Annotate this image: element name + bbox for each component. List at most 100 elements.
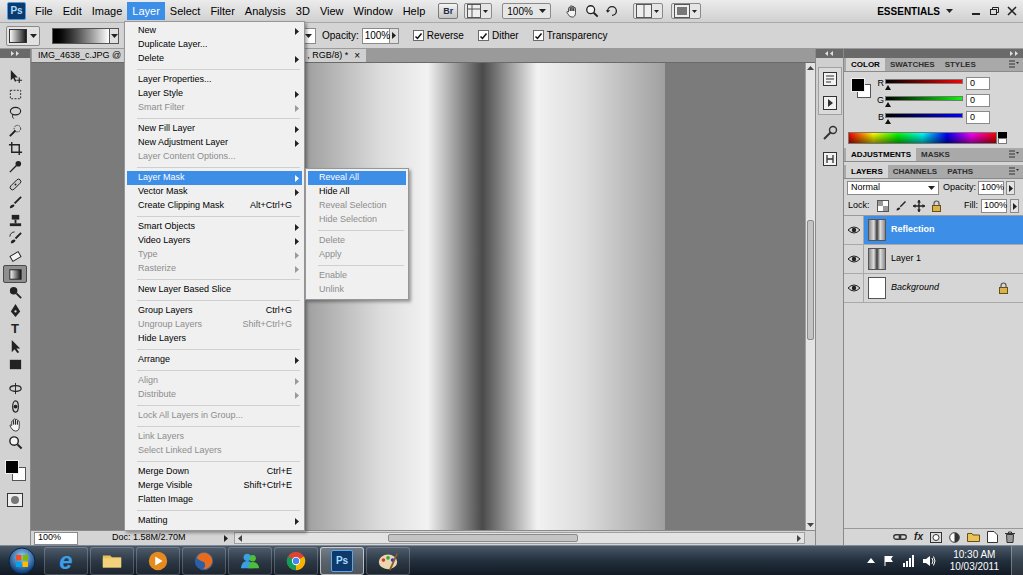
option-checkbox[interactable]: Reverse xyxy=(413,28,464,43)
gradient-swatch[interactable] xyxy=(52,28,110,44)
right-arrow-icon[interactable] xyxy=(1009,185,1013,192)
panel-menu-icon[interactable] xyxy=(1009,60,1019,68)
visibility-toggle[interactable] xyxy=(844,245,864,273)
scroll-left-icon[interactable] xyxy=(235,533,245,543)
scroll-track[interactable] xyxy=(806,73,815,520)
vertical-scrollbar[interactable] xyxy=(805,63,815,530)
horizontal-scrollbar[interactable] xyxy=(234,532,805,544)
tool-button[interactable] xyxy=(3,103,27,121)
close-tab-button[interactable]: × xyxy=(354,51,360,61)
tool-button[interactable] xyxy=(3,121,27,139)
menu-bar-item[interactable]: View xyxy=(315,2,349,20)
taskbar-button[interactable] xyxy=(136,547,180,575)
menu-item[interactable]: Duplicate Layer... xyxy=(127,38,302,52)
menu-item[interactable]: Hide Layers xyxy=(127,332,302,346)
menu-item[interactable]: Matting xyxy=(127,514,302,528)
lock-transparency-icon[interactable] xyxy=(877,200,889,212)
opacity-slider-button[interactable] xyxy=(1006,181,1015,195)
layer-name[interactable]: Reflection xyxy=(891,223,997,237)
panel-menu-icon[interactable] xyxy=(1009,150,1019,158)
menu-bar-item[interactable]: 3D xyxy=(291,2,315,20)
menu-item[interactable]: Layer Style xyxy=(127,87,302,101)
zoom-icon[interactable] xyxy=(585,4,599,18)
menu-item[interactable]: Group LayersCtrl+G xyxy=(127,304,302,318)
tool-button[interactable] xyxy=(3,67,27,85)
link-layers-icon[interactable] xyxy=(893,532,907,542)
opacity-field[interactable]: 100% xyxy=(362,28,390,44)
restore-icon[interactable] xyxy=(989,6,999,16)
tool-button[interactable] xyxy=(3,247,27,265)
panel-dock-header[interactable] xyxy=(844,49,1023,58)
slider-track[interactable] xyxy=(885,95,963,107)
new-group-icon[interactable] xyxy=(967,532,980,542)
panel-tab[interactable]: CHANNELS xyxy=(888,165,942,178)
slider-marker-icon[interactable] xyxy=(885,102,891,107)
slider-marker-icon[interactable] xyxy=(885,85,891,90)
panel-tab[interactable]: MASKS xyxy=(916,148,955,161)
dropdown-arrow-icon[interactable] xyxy=(928,186,935,190)
layer-name[interactable]: Background xyxy=(891,281,997,295)
dropdown-arrow-icon[interactable] xyxy=(305,34,312,38)
icon-strip-header[interactable] xyxy=(816,49,843,58)
zoom-field[interactable]: 100% xyxy=(34,532,78,545)
scroll-thumb[interactable] xyxy=(807,220,814,340)
layer-row[interactable]: Layer 1 xyxy=(844,245,1023,274)
menu-bar-item[interactable]: Analysis xyxy=(240,2,291,20)
panel-menu-icon[interactable] xyxy=(1009,167,1019,175)
history-panel-icon[interactable] xyxy=(822,71,838,87)
right-arrow-icon[interactable] xyxy=(1013,203,1017,210)
foreground-color-swatch[interactable] xyxy=(851,78,865,92)
gradient-dropdown[interactable] xyxy=(110,28,119,44)
menu-item[interactable]: New Adjustment Layer xyxy=(127,136,302,150)
menu-item[interactable]: Create Clipping MaskAlt+Ctrl+G xyxy=(127,199,302,213)
checkbox[interactable] xyxy=(478,30,489,41)
menu-item[interactable]: Delete xyxy=(127,52,302,66)
minimize-icon[interactable] xyxy=(971,6,981,16)
start-button-icon[interactable] xyxy=(0,547,44,575)
right-arrow-icon[interactable] xyxy=(224,535,228,542)
tool-button[interactable] xyxy=(3,139,27,157)
tool-button[interactable] xyxy=(3,193,27,211)
menu-bar-item[interactable]: Layer xyxy=(127,2,165,20)
menu-item[interactable]: New Fill Layer xyxy=(127,122,302,136)
tool-presets-icon[interactable] xyxy=(822,125,838,141)
panel-tab[interactable]: ADJUSTMENTS xyxy=(846,148,916,161)
tool-button[interactable] xyxy=(3,415,27,433)
expand-icon[interactable] xyxy=(1010,51,1019,56)
menu-item[interactable]: Reveal All xyxy=(308,171,406,185)
scroll-down-icon[interactable] xyxy=(806,520,815,530)
dropdown-arrow-icon[interactable] xyxy=(539,9,546,13)
visibility-toggle[interactable] xyxy=(844,216,864,244)
tool-button[interactable] xyxy=(3,265,27,283)
hand-icon[interactable] xyxy=(565,4,579,18)
menu-item[interactable]: Video Layers xyxy=(127,234,302,248)
show-hidden-icons-icon[interactable] xyxy=(867,558,875,563)
view-extras-icon[interactable] xyxy=(464,3,492,19)
color-swatches[interactable] xyxy=(844,72,874,128)
menu-bar-item[interactable]: Select xyxy=(165,2,206,20)
scroll-up-icon[interactable] xyxy=(806,63,815,73)
foreground-color-swatch[interactable] xyxy=(5,460,19,474)
menu-item[interactable]: Layer Properties... xyxy=(127,73,302,87)
panel-tab[interactable]: LAYERS xyxy=(846,165,888,178)
rotate-view-icon[interactable] xyxy=(605,4,619,18)
scroll-thumb[interactable] xyxy=(388,534,578,542)
menu-bar-item[interactable]: Image xyxy=(87,2,128,20)
lock-position-icon[interactable] xyxy=(913,200,925,212)
add-mask-icon[interactable] xyxy=(930,532,942,543)
action-center-icon[interactable] xyxy=(883,555,895,567)
bridge-button[interactable]: Br xyxy=(438,3,458,19)
channel-value[interactable]: 0 xyxy=(966,77,990,90)
taskbar-button[interactable]: Ps xyxy=(320,547,364,575)
taskbar-button[interactable] xyxy=(228,547,272,575)
menu-item[interactable]: Arrange xyxy=(127,353,302,367)
panel-tab[interactable]: STYLES xyxy=(940,58,981,71)
color-swatches[interactable] xyxy=(1,455,29,487)
tool-button[interactable]: T xyxy=(3,319,27,337)
tool-button[interactable] xyxy=(3,301,27,319)
network-icon[interactable] xyxy=(903,555,915,567)
blend-mode-select[interactable]: Normal xyxy=(847,181,939,195)
panel-tab[interactable]: SWATCHES xyxy=(885,58,940,71)
menu-item[interactable]: Smart Objects xyxy=(127,220,302,234)
screen-mode-icon[interactable] xyxy=(671,3,701,19)
